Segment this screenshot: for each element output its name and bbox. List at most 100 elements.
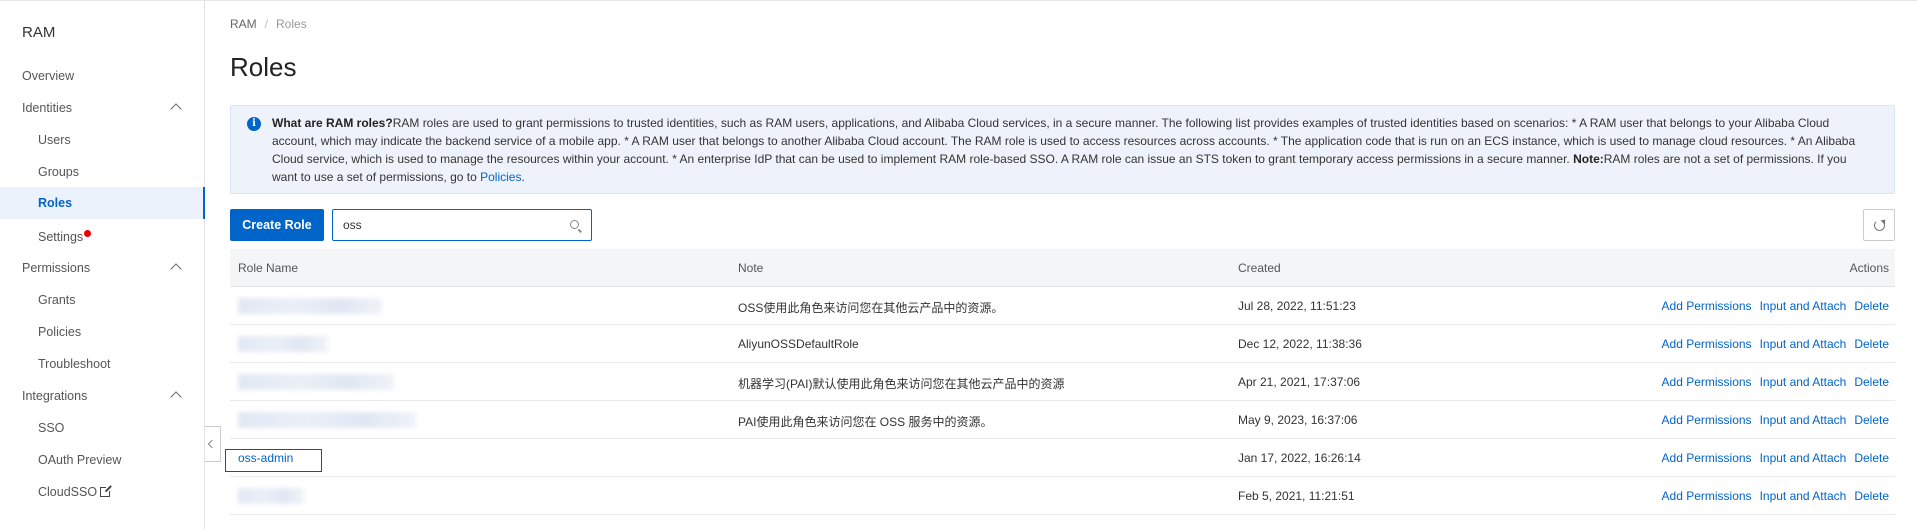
top-divider [0,0,1917,1]
sidebar-group-identities[interactable]: Identities [0,92,204,124]
add-permissions-link[interactable]: Add Permissions [1662,489,1752,503]
row-created: Dec 12, 2022, 11:38:36 [1238,337,1362,351]
breadcrumb-separator: / [264,17,269,31]
add-permissions-link[interactable]: Add Permissions [1662,451,1752,465]
sidebar-item-label: Troubleshoot [38,357,111,371]
input-and-attach-link[interactable]: Input and Attach [1760,337,1847,351]
add-permissions-link[interactable]: Add Permissions [1662,299,1752,313]
row-note: AliyunOSSDefaultRole [738,337,859,351]
row-actions: Add Permissions Input and Attach Delete [1654,337,1889,351]
row-actions: Add Permissions Input and Attach Delete [1654,413,1889,427]
sidebar-item-label: Overview [22,69,75,83]
sidebar-item-oauth-preview[interactable]: OAuth Preview [0,444,204,476]
chevron-up-icon [170,103,182,115]
row-created: Apr 21, 2021, 17:37:06 [1238,375,1361,389]
row-created: Jan 17, 2022, 16:26:14 [1238,451,1361,465]
delete-link[interactable]: Delete [1854,337,1889,351]
page-title: Roles [230,52,297,82]
column-header-note: Note [738,261,764,275]
sidebar-item-label: Users [38,133,71,147]
info-title: What are RAM roles? [272,116,393,130]
input-and-attach-link[interactable]: Input and Attach [1760,299,1847,313]
row-created: Feb 5, 2021, 11:21:51 [1238,489,1355,503]
delete-link[interactable]: Delete [1854,299,1889,313]
input-and-attach-link[interactable]: Input and Attach [1760,489,1847,503]
redacted-role-name [238,412,416,428]
breadcrumb-item-ram[interactable]: RAM [230,17,257,31]
chevron-up-icon [170,391,182,403]
refresh-button[interactable] [1863,209,1895,241]
row-actions: Add Permissions Input and Attach Delete [1654,451,1889,465]
roles-table: Role Name Note Created Actions OSS使用此角色来… [230,249,1895,515]
sidebar-item-label: OAuth Preview [38,453,122,467]
breadcrumb-item-roles: Roles [276,17,307,31]
sidebar-item-settings[interactable]: Settings [0,221,204,253]
input-and-attach-link[interactable]: Input and Attach [1760,413,1847,427]
sidebar-item-sso[interactable]: SSO [0,412,204,444]
redacted-role-name [238,298,382,314]
info-note-label: Note: [1573,152,1604,166]
notification-dot-icon [84,230,91,237]
row-note: PAI使用此角色来访问您在 OSS 服务中的资源。 [738,415,993,429]
external-link-icon [100,485,113,497]
sidebar-brand: RAM [22,24,56,41]
table-header: Role Name Note Created Actions [230,249,1895,287]
sidebar-item-policies[interactable]: Policies [0,316,204,348]
delete-link[interactable]: Delete [1854,413,1889,427]
info-alert: i What are RAM roles?RAM roles are used … [230,105,1895,194]
redacted-role-name [238,488,304,504]
info-end: . [521,170,525,184]
add-permissions-link[interactable]: Add Permissions [1662,375,1752,389]
highlight-box [225,449,322,472]
sidebar-collapse-button[interactable] [205,426,221,462]
sidebar-item-label: Integrations [22,389,88,403]
table-row: PAI使用此角色来访问您在 OSS 服务中的资源。 May 9, 2023, 1… [230,401,1895,439]
delete-link[interactable]: Delete [1854,489,1889,503]
row-actions: Add Permissions Input and Attach Delete [1654,299,1889,313]
sidebar-item-label: Policies [38,325,82,339]
sidebar-item-troubleshoot[interactable]: Troubleshoot [0,348,204,380]
sidebar-item-groups[interactable]: Groups [0,156,204,188]
info-icon: i [247,117,261,131]
sidebar-item-label: CloudSSO [38,485,98,499]
search-icon[interactable] [570,220,579,229]
sidebar-item-overview[interactable]: Overview [0,60,204,92]
sidebar-group-integrations[interactable]: Integrations [0,380,204,412]
sidebar-group-permissions[interactable]: Permissions [0,252,204,284]
delete-link[interactable]: Delete [1854,451,1889,465]
column-header-actions: Actions [1849,261,1889,275]
column-header-role-name: Role Name [238,261,299,275]
input-and-attach-link[interactable]: Input and Attach [1760,375,1847,389]
table-row: OSS使用此角色来访问您在其他云产品中的资源。 Jul 28, 2022, 11… [230,287,1895,325]
sidebar-item-label: Grants [38,293,76,307]
redacted-role-name [238,336,328,352]
search-input[interactable] [343,217,553,233]
add-permissions-link[interactable]: Add Permissions [1662,413,1752,427]
table-row: oss-admin Jan 17, 2022, 16:26:14 Add Per… [230,439,1895,477]
sidebar-item-users[interactable]: Users [0,124,204,156]
add-permissions-link[interactable]: Add Permissions [1662,337,1752,351]
sidebar-item-grants[interactable]: Grants [0,284,204,316]
create-role-button[interactable]: Create Role [230,209,324,241]
sidebar-item-label: Identities [22,101,73,115]
sidebar-item-label: Groups [38,165,79,179]
policies-link[interactable]: Policies [480,170,521,184]
column-header-created: Created [1238,261,1281,275]
input-and-attach-link[interactable]: Input and Attach [1760,451,1847,465]
chevron-left-icon [207,439,217,449]
delete-link[interactable]: Delete [1854,375,1889,389]
sidebar-item-roles[interactable]: Roles [0,187,205,219]
sidebar-item-label: Permissions [22,261,91,275]
row-actions: Add Permissions Input and Attach Delete [1654,489,1889,503]
sidebar-item-label: SSO [38,421,65,435]
sidebar-item-cloudsso[interactable]: CloudSSO [0,476,204,508]
row-created: May 9, 2023, 16:37:06 [1238,413,1358,427]
sidebar: RAM Overview Identities Users Groups Rol… [0,1,205,529]
table-row: 机器学习(PAI)默认使用此角色来访问您在其他云产品中的资源 Apr 21, 2… [230,363,1895,401]
redacted-role-name [238,374,394,390]
row-note: OSS使用此角色来访问您在其他云产品中的资源。 [738,301,1004,315]
refresh-icon [1874,220,1885,231]
chevron-up-icon [170,263,182,275]
sidebar-item-label: Settings [38,230,84,244]
table-row: AliyunOSSDefaultRole Dec 12, 2022, 11:38… [230,325,1895,363]
